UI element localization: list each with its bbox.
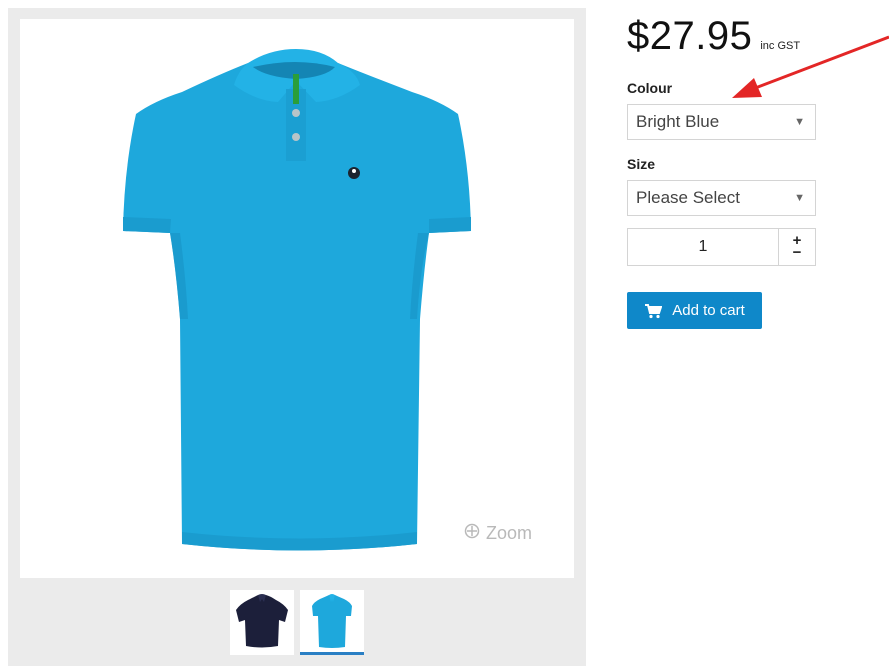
size-select-value: Please Select: [636, 188, 740, 207]
quantity-buttons: + −: [779, 229, 815, 265]
caret-down-icon: ▼: [794, 192, 805, 204]
thumbnail-navy-polo[interactable]: [230, 590, 294, 655]
tax-note: inc GST: [760, 40, 801, 52]
caret-down-icon: ▼: [794, 116, 805, 128]
quantity-input[interactable]: 1: [628, 229, 779, 265]
crosshair-icon: [464, 523, 480, 542]
product-gallery: Zoom: [8, 8, 586, 666]
decrement-button[interactable]: −: [793, 245, 802, 260]
polo-shirt-illustration: [123, 49, 471, 551]
product-details: $27.95 inc GST Colour Bright Blue ▼ Size…: [627, 10, 867, 329]
size-select[interactable]: Please Select ▼: [627, 180, 816, 216]
add-to-cart-label: Add to cart: [672, 302, 745, 319]
zoom-label: Zoom: [485, 523, 532, 543]
size-label: Size: [627, 156, 656, 172]
add-to-cart-button[interactable]: Add to cart: [627, 292, 762, 329]
cart-icon: [644, 303, 663, 319]
product-price: $27.95: [627, 14, 753, 58]
main-product-image[interactable]: Zoom: [20, 19, 574, 578]
quantity-stepper: 1 + −: [627, 228, 816, 266]
zoom-button[interactable]: Zoom: [464, 523, 532, 544]
thumbnail-blue-polo[interactable]: [300, 590, 364, 655]
thumbnail-strip: [8, 590, 586, 655]
colour-label: Colour: [627, 80, 673, 96]
colour-select-value: Bright Blue: [636, 112, 720, 131]
colour-select[interactable]: Bright Blue ▼: [627, 104, 816, 140]
price-row: $27.95 inc GST: [627, 10, 867, 62]
blue-polo-thumbnail-image: [312, 594, 352, 648]
navy-polo-thumbnail-image: [236, 594, 288, 648]
